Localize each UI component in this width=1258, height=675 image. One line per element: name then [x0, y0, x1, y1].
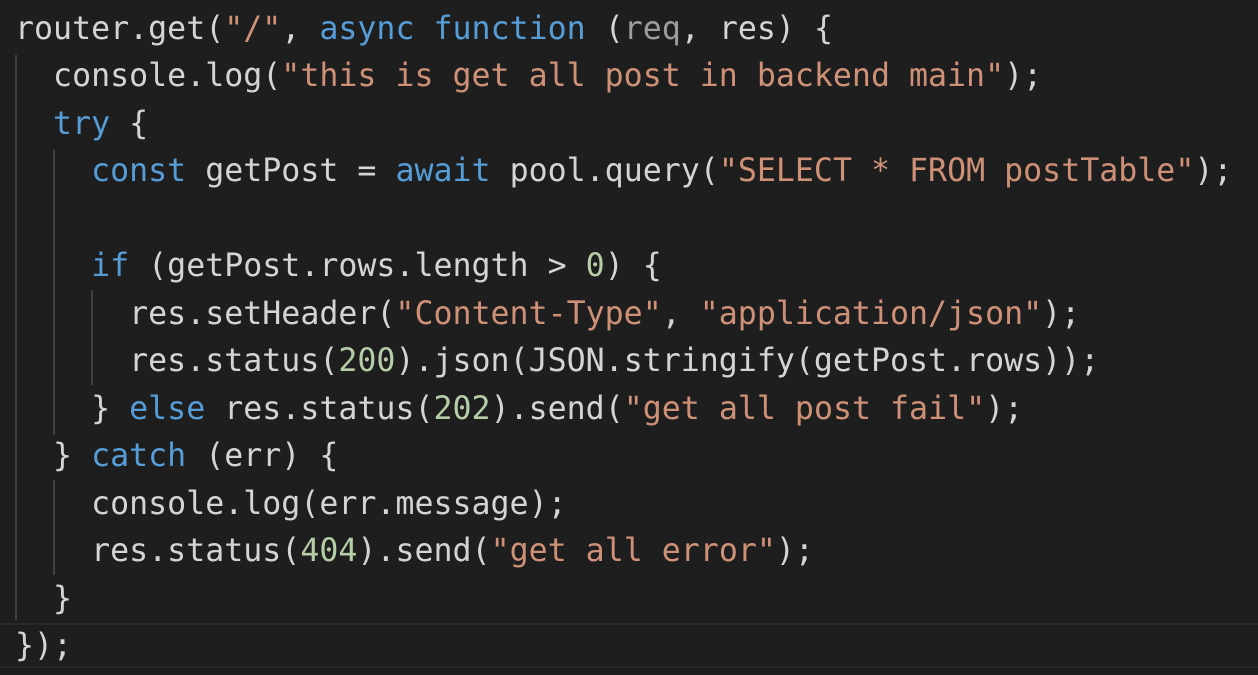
code-token: ); — [775, 533, 814, 569]
code-token: const — [91, 153, 187, 189]
code-token: 200 — [338, 343, 396, 379]
code-line[interactable]: router.get("/", async function (req, res… — [15, 6, 833, 53]
code-token: "SELECT * FROM postTable" — [718, 153, 1195, 189]
code-token: "get all post fail" — [623, 391, 986, 427]
code-token: try — [53, 106, 111, 142]
code-token: , — [661, 296, 700, 332]
code-line[interactable]: res.setHeader("Content-Type", "applicati… — [15, 291, 1080, 338]
code-token: (getPost.rows.length > — [129, 248, 586, 284]
code-line[interactable]: if (getPost.rows.length > 0) { — [15, 243, 662, 290]
code-token: "this is get all post in backend main" — [281, 58, 1005, 94]
code-line[interactable]: console.log("this is get all post in bac… — [15, 53, 1042, 100]
code-token: ) { — [604, 248, 662, 284]
code-token: if — [91, 248, 130, 284]
code-token: ).send( — [490, 391, 624, 427]
code-token: 0 — [585, 248, 605, 284]
code-token: console.log( — [15, 58, 282, 94]
code-line[interactable]: } catch (err) { — [15, 433, 338, 480]
code-token: function — [433, 11, 586, 47]
code-token: "/" — [224, 11, 282, 47]
code-token: ); — [985, 391, 1024, 427]
code-line[interactable]: res.status(404).send("get all error"); — [15, 528, 814, 575]
code-line[interactable]: console.log(err.message); — [15, 481, 567, 528]
code-line[interactable]: res.status(200).json(JSON.stringify(getP… — [15, 338, 1099, 385]
code-token: , res) { — [680, 11, 833, 47]
code-token: (err) { — [186, 438, 339, 474]
code-token: console.log(err.message); — [15, 486, 567, 522]
code-token: async — [319, 11, 415, 47]
code-token: , — [281, 11, 320, 47]
code-token: }); — [15, 628, 73, 664]
code-token: "application/json" — [699, 296, 1043, 332]
code-token: router.get( — [15, 11, 225, 47]
code-token: catch — [91, 438, 187, 474]
code-token: } — [15, 391, 130, 427]
code-token: await — [395, 153, 491, 189]
code-line[interactable]: const getPost = await pool.query("SELECT… — [15, 148, 1232, 195]
code-token: res.setHeader( — [15, 296, 396, 332]
code-token: res.status( — [15, 343, 339, 379]
code-line[interactable]: try { — [15, 101, 148, 148]
current-line-highlight — [0, 623, 1258, 668]
code-line[interactable]: }); — [15, 623, 72, 670]
code-token: else — [129, 391, 206, 427]
code-token: pool.query( — [490, 153, 719, 189]
code-token: } — [15, 581, 73, 617]
code-token: "get all error" — [490, 533, 776, 569]
code-line[interactable]: } — [15, 576, 72, 623]
code-token: "Content-Type" — [395, 296, 662, 332]
code-token: res.status( — [205, 391, 434, 427]
code-token: ); — [1004, 58, 1043, 94]
code-token: 202 — [433, 391, 491, 427]
code-line[interactable]: } else res.status(202).send("get all pos… — [15, 386, 1023, 433]
code-token: } — [15, 438, 92, 474]
code-token: ); — [1194, 153, 1233, 189]
code-token: req — [623, 11, 681, 47]
code-token: ( — [585, 11, 624, 47]
code-token: ).json(JSON.stringify(getPost.rows)); — [395, 343, 1100, 379]
code-editor[interactable]: router.get("/", async function (req, res… — [0, 0, 1258, 675]
code-token: ).send( — [357, 533, 491, 569]
code-token: res.status( — [15, 533, 301, 569]
code-token: getPost = — [186, 153, 396, 189]
code-token: 404 — [300, 533, 358, 569]
code-token: { — [110, 106, 149, 142]
code-token: ); — [1042, 296, 1081, 332]
